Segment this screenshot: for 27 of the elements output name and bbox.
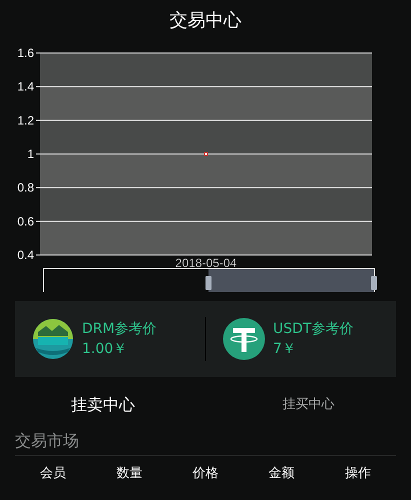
tab[interactable]: 挂卖中心: [70, 393, 135, 417]
column-header: 价格: [192, 465, 218, 483]
column-header: 金额: [268, 465, 295, 483]
zoom-handle[interactable]: [371, 276, 377, 290]
x-tick-label: 2018-05-04: [175, 256, 237, 270]
y-tick-label: 0.8: [17, 180, 34, 195]
data-point: [204, 152, 208, 156]
section-title: 交易市场: [15, 429, 396, 456]
price-value: 7￥: [273, 340, 297, 359]
y-tick-label: 1.4: [17, 80, 34, 94]
y-tick-label: 1.2: [17, 113, 34, 128]
tab[interactable]: 挂买中心: [282, 395, 334, 415]
price-label: DRM参考价: [82, 320, 157, 339]
y-tick-label: 1.6: [17, 46, 34, 60]
page-title: 交易中心: [168, 8, 242, 32]
column-header: 操作: [344, 465, 371, 483]
coin-logo-icon: [32, 318, 74, 360]
zoom-handle[interactable]: [206, 276, 212, 290]
zoom-selection[interactable]: [208, 269, 374, 292]
y-tick-label: 1: [27, 147, 34, 161]
coin-logo-icon: [223, 318, 265, 360]
price-label: USDT参考价: [273, 320, 354, 339]
y-tick-label: 0.6: [17, 214, 34, 228]
y-tick-label: 0.4: [17, 248, 34, 262]
column-header: 数量: [116, 465, 142, 483]
price-value: 1.00￥: [82, 340, 128, 359]
column-header: 会员: [40, 465, 66, 483]
